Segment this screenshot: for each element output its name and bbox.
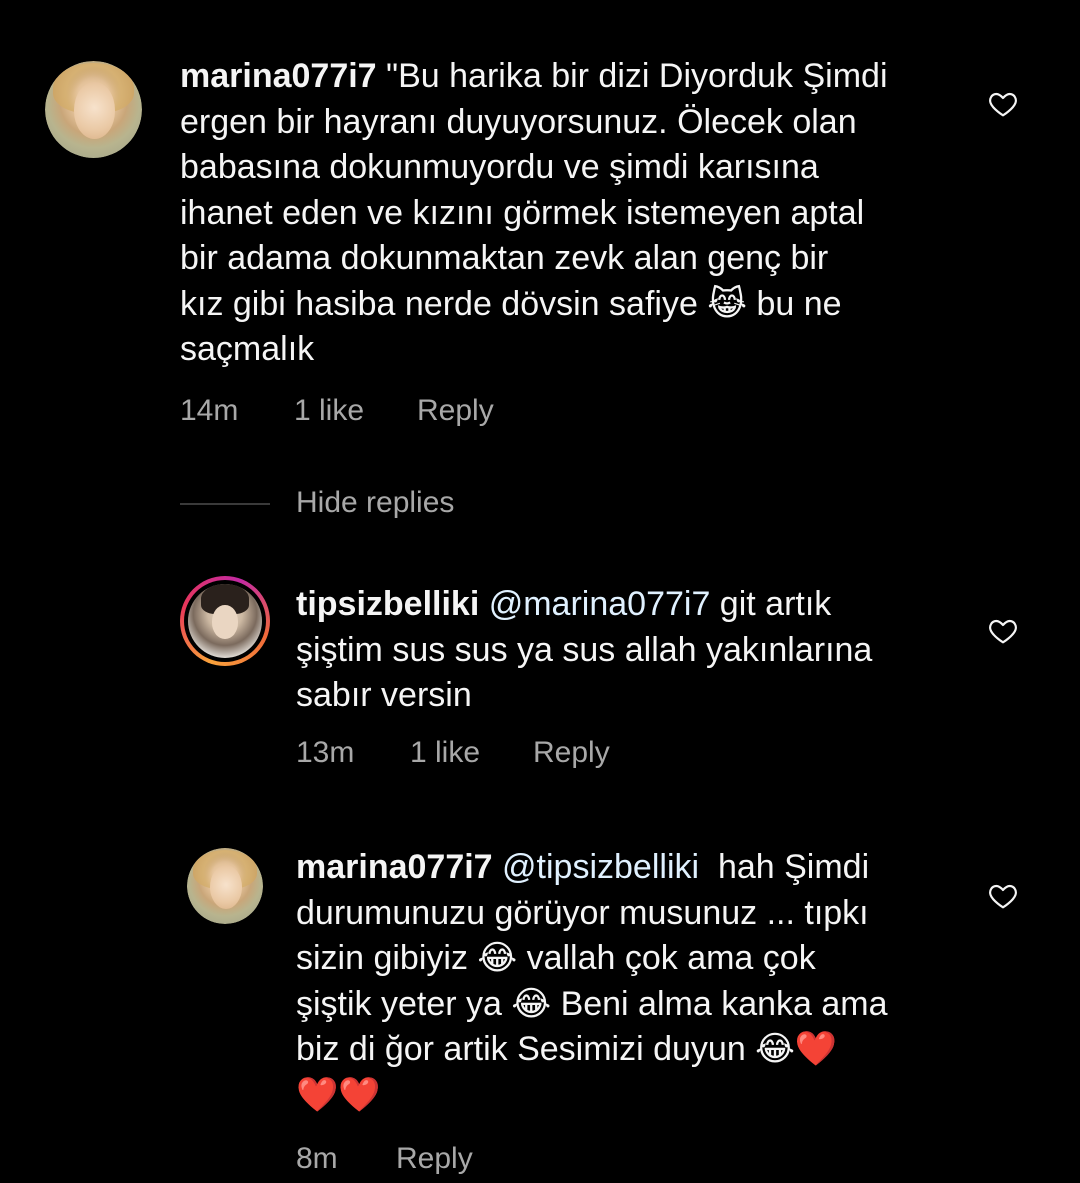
like-count[interactable]: 1 like	[294, 394, 417, 428]
username[interactable]: marina077i7	[296, 848, 493, 886]
reply-button[interactable]: Reply	[417, 394, 494, 428]
avatar[interactable]	[45, 61, 142, 158]
heart-outline-icon[interactable]	[986, 88, 1020, 120]
timestamp: 13m	[296, 736, 355, 769]
comment-body: "Bu harika bir dizi Diyorduk Şimdi ergen…	[180, 57, 888, 368]
reply-button[interactable]: Reply	[533, 736, 610, 770]
divider	[180, 503, 270, 505]
username[interactable]: tipsizbelliki	[296, 585, 479, 623]
comment-text: tipsizbelliki @marina077i7 git artık şiş…	[296, 582, 986, 719]
mention-link[interactable]: @tipsizbelliki	[502, 848, 699, 886]
comment-meta: 14m 1 like Reply	[180, 394, 494, 428]
comment-text: marina077i7 "Bu harika bir dizi Diyorduk…	[180, 54, 980, 373]
reply-button[interactable]: Reply	[396, 1142, 473, 1176]
username[interactable]: marina077i7	[180, 57, 377, 95]
avatar[interactable]	[187, 848, 263, 924]
comment-meta: 8m Reply	[296, 1142, 473, 1176]
timestamp: 8m	[296, 1142, 338, 1175]
avatar[interactable]	[180, 576, 270, 666]
comment-meta: 13m 1 like Reply	[296, 736, 610, 770]
comment-text: marina077i7 @tipsizbelliki hah Şimdi dur…	[296, 845, 996, 1118]
comment-body: hah Şimdi durumunuzu görüyor musunuz ...…	[296, 848, 888, 1114]
timestamp: 14m	[180, 394, 239, 427]
heart-outline-icon[interactable]	[986, 880, 1020, 912]
like-count[interactable]: 1 like	[410, 736, 533, 770]
heart-outline-icon[interactable]	[986, 615, 1020, 647]
mention-link[interactable]: @marina077i7	[489, 585, 711, 623]
hide-replies-button[interactable]: Hide replies	[296, 486, 454, 520]
